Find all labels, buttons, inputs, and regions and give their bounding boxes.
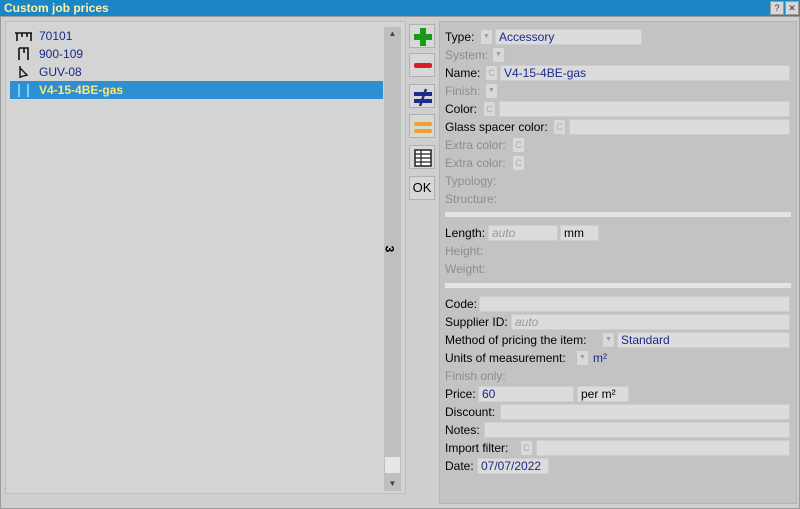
price-label: Price: xyxy=(445,387,476,401)
title-bar: Custom job prices ? ✕ xyxy=(0,0,800,16)
profile-icon xyxy=(14,47,34,61)
minus-icon xyxy=(414,63,432,68)
length-label: Length: xyxy=(445,226,486,240)
finish-label: Finish: xyxy=(445,84,481,98)
profile-icon xyxy=(14,65,34,79)
scrollbar-thumb[interactable] xyxy=(385,457,400,473)
price-field[interactable]: 60 xyxy=(478,386,574,402)
units-value: m² xyxy=(593,351,607,365)
section-divider xyxy=(445,212,791,217)
name-field[interactable]: V4-15-4BE-gas xyxy=(500,65,790,81)
length-unit: mm xyxy=(560,225,599,241)
length-field[interactable]: auto xyxy=(488,225,558,241)
extra-color-c-button: C xyxy=(512,155,525,171)
glass-spacer-color-field[interactable] xyxy=(569,119,790,135)
system-dropdown-arrow-icon: ▼ xyxy=(492,47,505,63)
not-equal-icon xyxy=(414,88,432,106)
type-field[interactable]: Accessory xyxy=(495,29,642,45)
pricing-method-field[interactable]: Standard xyxy=(617,332,790,348)
ok-button[interactable]: OK xyxy=(409,176,435,200)
code-field[interactable] xyxy=(479,296,790,312)
typology-label: Typology: xyxy=(445,174,497,188)
details-panel: Type: ▼ Accessory System: ▼ Name: C V4-1… xyxy=(439,21,797,504)
import-filter-label: Import filter: xyxy=(445,441,509,455)
glass-spacer-color-c-button[interactable]: C xyxy=(553,119,566,135)
units-label: Units of measurement: xyxy=(445,351,566,365)
system-label: System: xyxy=(445,48,489,62)
tree-item-label: 900-109 xyxy=(39,47,84,61)
color-label: Color: xyxy=(445,102,478,116)
plus-icon xyxy=(414,28,432,46)
item-tree-panel: 70101 900-109 GUV-08 V4-15-4BE-gas ▲ 3 ▼ xyxy=(5,21,406,494)
help-button[interactable]: ? xyxy=(770,1,784,15)
supplier-id-label: Supplier ID: xyxy=(445,315,508,329)
color-c-button[interactable]: C xyxy=(483,101,496,117)
price-unit: per m² xyxy=(577,386,629,402)
finish-dropdown-arrow-icon: ▼ xyxy=(485,83,498,99)
tree-item-label: GUV-08 xyxy=(39,65,82,79)
window-title: Custom job prices xyxy=(4,1,109,15)
type-dropdown-arrow-icon[interactable]: ▼ xyxy=(480,29,493,45)
glass-spacer-color-label: Glass spacer color: xyxy=(445,120,548,134)
extra-color-c-button: C xyxy=(512,137,525,153)
scroll-down-arrow-icon[interactable]: ▼ xyxy=(384,477,401,491)
import-filter-field[interactable] xyxy=(536,440,790,456)
extra-color-label: Extra color: xyxy=(445,138,506,152)
remove-button[interactable] xyxy=(409,53,435,77)
not-equal-button[interactable] xyxy=(409,84,435,108)
height-label: Height: xyxy=(445,244,484,258)
discount-label: Discount: xyxy=(445,405,496,419)
tree-item-v4-15-4be-gas[interactable]: V4-15-4BE-gas xyxy=(10,81,383,99)
profile-icon xyxy=(14,29,34,43)
pricing-method-label: Method of pricing the item: xyxy=(445,333,587,347)
add-button[interactable] xyxy=(409,24,435,48)
notes-field[interactable] xyxy=(484,422,790,438)
pricing-method-dropdown-arrow-icon[interactable]: ▼ xyxy=(602,332,615,348)
discount-field[interactable] xyxy=(500,404,790,420)
equal-button[interactable] xyxy=(409,114,435,138)
item-count: 3 xyxy=(382,245,397,253)
scroll-up-arrow-icon[interactable]: ▲ xyxy=(384,27,401,41)
supplier-id-field[interactable]: auto xyxy=(511,314,790,330)
finish-only-label: Finish only: xyxy=(445,369,506,383)
tree-item-label: 70101 xyxy=(39,29,73,43)
name-c-button[interactable]: C xyxy=(485,65,498,81)
table-icon xyxy=(414,149,432,167)
structure-label: Structure: xyxy=(445,192,498,206)
notes-label: Notes: xyxy=(445,423,480,437)
extra-color-label: Extra color: xyxy=(445,156,506,170)
equal-icon xyxy=(414,122,432,133)
date-field[interactable]: 07/07/2022 xyxy=(477,458,549,474)
spacer-icon xyxy=(14,83,34,97)
date-label: Date: xyxy=(445,459,474,473)
import-filter-c-button[interactable]: C xyxy=(520,440,533,456)
color-field[interactable] xyxy=(499,101,790,117)
code-label: Code: xyxy=(445,297,478,311)
close-button[interactable]: ✕ xyxy=(785,1,799,15)
units-dropdown-arrow-icon[interactable]: ▼ xyxy=(576,350,589,366)
tree-item-label: V4-15-4BE-gas xyxy=(39,83,124,97)
weight-label: Weight: xyxy=(445,262,486,276)
name-label: Name: xyxy=(445,66,481,80)
tree-scrollbar[interactable]: ▲ 3 ▼ xyxy=(382,27,401,491)
table-button[interactable] xyxy=(409,145,435,169)
section-divider xyxy=(445,283,791,288)
type-label: Type: xyxy=(445,30,475,44)
